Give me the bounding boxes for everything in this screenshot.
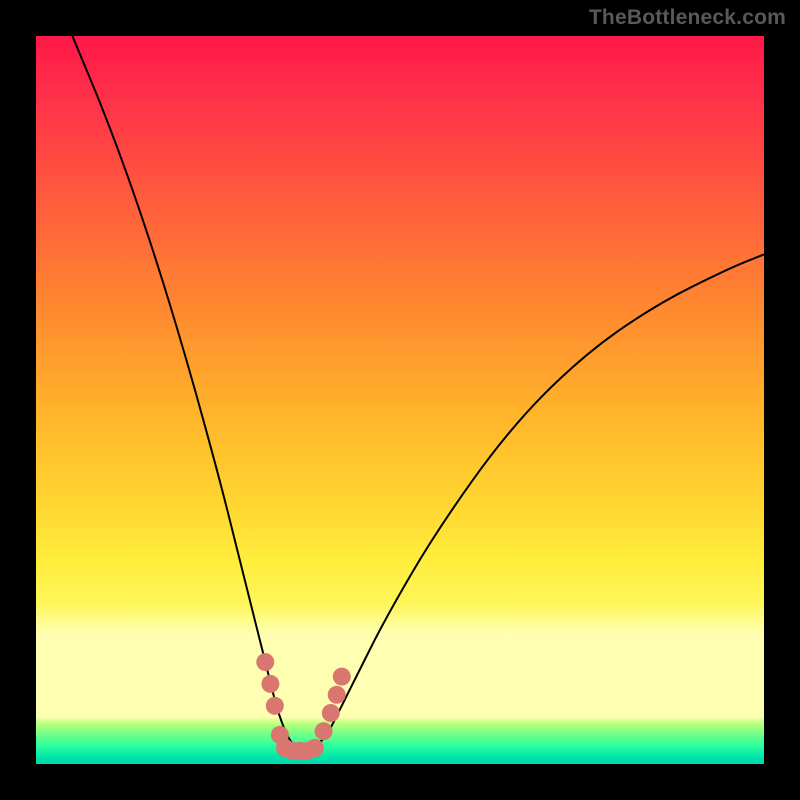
chart-frame: TheBottleneck.com (0, 0, 800, 800)
plot-area (36, 36, 764, 764)
highlight-dot (266, 697, 284, 715)
bottleneck-curve (72, 36, 764, 749)
curve-layer (36, 36, 764, 764)
highlight-dot (315, 722, 333, 740)
highlight-dot (256, 653, 274, 671)
highlight-dot (333, 668, 351, 686)
marker-group (256, 653, 351, 760)
highlight-dot (306, 739, 324, 757)
highlight-dot (261, 675, 279, 693)
highlight-dot (322, 704, 340, 722)
highlight-dot (328, 686, 346, 704)
watermark-text: TheBottleneck.com (589, 6, 786, 30)
